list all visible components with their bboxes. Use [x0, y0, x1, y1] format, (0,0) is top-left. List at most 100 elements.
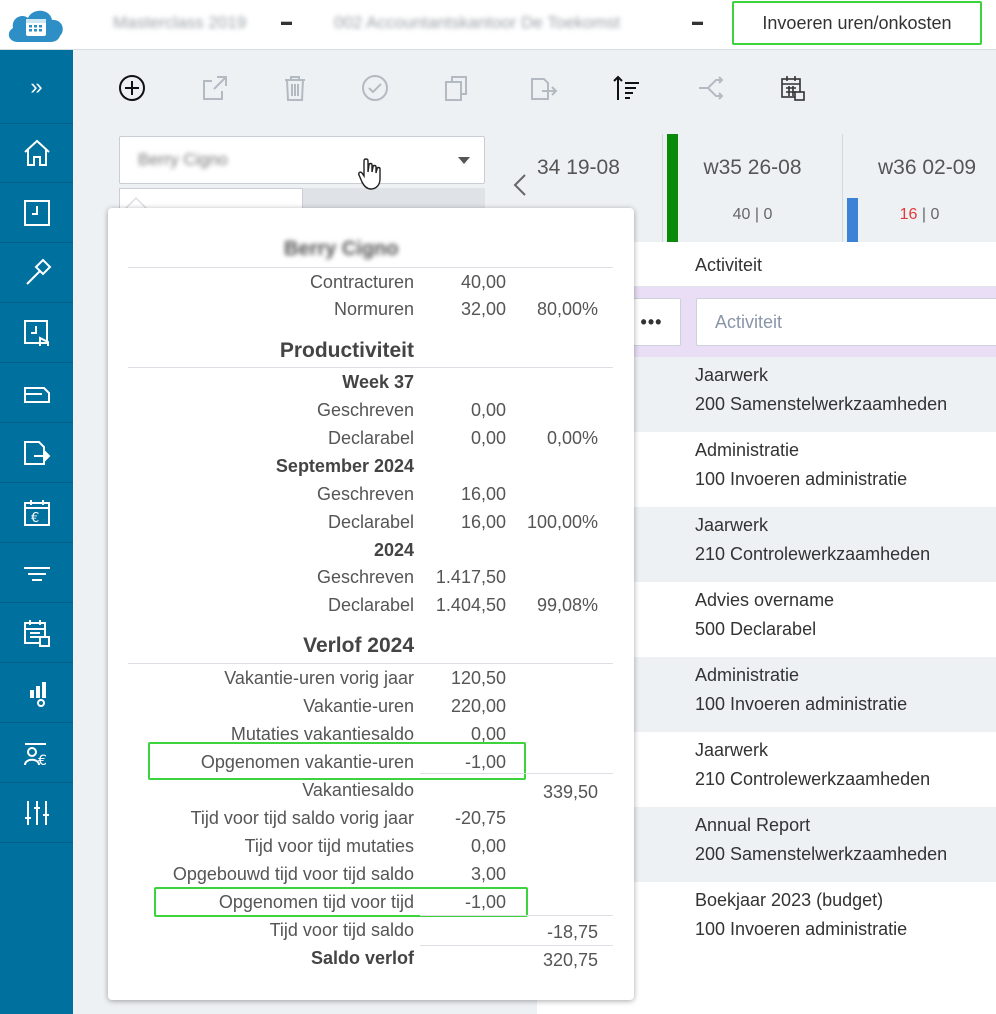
open-button[interactable] [195, 68, 235, 108]
approve-button[interactable] [355, 68, 395, 108]
value-total-leave: 320,75 [542, 950, 598, 970]
sidebar-item-settings[interactable] [0, 784, 73, 843]
planning-button[interactable] [773, 68, 813, 108]
copy-button[interactable] [437, 68, 477, 108]
chevron-down-icon[interactable]: ▬ [281, 16, 292, 28]
row-activity-group: Advies overname [695, 590, 835, 610]
divider [420, 773, 613, 774]
value-norm-hours: 32,00 [460, 299, 506, 319]
hand-cursor-icon [358, 158, 381, 190]
invoice-send-icon [23, 441, 50, 465]
employee-select[interactable]: Berry Cigno [119, 136, 485, 184]
label-week-written: Geschreven [316, 400, 414, 420]
svg-text:€: € [38, 753, 47, 768]
filter-icon [23, 567, 50, 581]
move-button[interactable] [523, 68, 563, 108]
column-header-activity[interactable]: Activiteit [695, 255, 762, 276]
row-activity-name: 200 Samenstelwerkzaamheden [695, 844, 948, 864]
sidebar-item-planning[interactable] [0, 604, 73, 663]
plus-circle-icon [119, 75, 145, 101]
label-vacation-hours: Vakantie-uren [303, 696, 414, 716]
label-vacation-taken: Opgenomen vakantie-uren [200, 752, 414, 772]
row-activity-group: Boekjaar 2023 (budget) [695, 890, 884, 910]
move-document-icon [531, 78, 558, 100]
check-circle-icon [362, 75, 388, 101]
trash-icon [285, 76, 305, 101]
copy-icon [445, 76, 467, 101]
sidebar-item-expenses[interactable]: € [0, 484, 73, 543]
section-leave: Verlof 2024 [303, 634, 414, 657]
row-activity-name: 200 Samenstelwerkzaamheden [695, 394, 948, 414]
sidebar-item-work[interactable] [0, 244, 73, 303]
row-activity-group: Jaarwerk [695, 740, 769, 760]
value-vacation-hours: 220,00 [450, 696, 506, 716]
row-activity-name: 100 Invoeren administratie [695, 469, 908, 489]
value-week-declarable: 0,00 [470, 428, 506, 448]
week-column[interactable]: w36 02-09 16 | 0 [843, 134, 996, 242]
clock-hand-icon [23, 320, 49, 346]
cloud-calendar-logo-icon[interactable] [4, 4, 68, 46]
week-progress-bar [667, 134, 678, 242]
week-hours: 16 | 0 [899, 206, 940, 223]
divider [420, 915, 613, 916]
calendar-grid-icon [23, 620, 50, 647]
label-week-declarable: Declarabel [327, 428, 414, 448]
hammer-icon [25, 258, 51, 285]
sidebar-item-filters[interactable] [0, 544, 73, 603]
breadcrumb-company[interactable]: 002 Accountantskantoor De Toekomst [334, 13, 620, 33]
sliders-icon [24, 801, 49, 825]
expand-sidebar-icon[interactable]: » [0, 50, 73, 124]
sidebar-item-reports[interactable] [0, 664, 73, 723]
split-button[interactable] [691, 68, 731, 108]
week-hours-second: 0 [930, 206, 940, 223]
section-productivity: Productiviteit [279, 339, 414, 362]
week-hours-second: 0 [763, 206, 773, 223]
previous-week-button[interactable] [508, 170, 532, 200]
sort-icon [613, 75, 639, 100]
week-label: w36 02-09 [878, 156, 977, 179]
chevron-left-icon [513, 174, 526, 196]
label-tvt-taken: Opgenomen tijd voor tijd [218, 892, 414, 912]
add-button[interactable] [112, 68, 152, 108]
shuffle-icon [699, 76, 724, 100]
sidebar-item-hours[interactable] [0, 184, 73, 243]
sidebar-item-staff-costs[interactable]: € [0, 724, 73, 783]
sidebar-item-home[interactable] [0, 124, 73, 183]
breadcrumb-administration[interactable]: Masterclass 2019 [113, 13, 246, 33]
value-tvt-built: 3,00 [470, 864, 506, 884]
label-vacation-previous: Vakantie-uren vorig jaar [224, 668, 414, 688]
chevron-down-icon[interactable]: ▬ [692, 16, 703, 28]
invoice-icon [23, 387, 50, 403]
delete-button[interactable] [275, 68, 315, 108]
divider [128, 267, 613, 268]
subsection-week: Week 37 [342, 372, 414, 392]
label-tvt-balance: Tijd voor tijd saldo [269, 920, 414, 940]
subsection-year: 2024 [373, 540, 414, 560]
row-activity-name: 210 Controlewerkzaamheden [695, 544, 931, 564]
label-tvt-mutations: Tijd voor tijd mutaties [244, 836, 414, 856]
value-tvt-balance: -18,75 [546, 922, 598, 942]
week-label: 34 19-08 [537, 156, 620, 179]
sidebar-item-invoices[interactable] [0, 364, 73, 423]
week-hours-written: 40 [732, 206, 751, 223]
calendar-euro-icon: € [23, 500, 50, 526]
divider [128, 663, 613, 664]
subsection-month: September 2024 [275, 456, 414, 476]
toolbar [73, 50, 996, 134]
sidebar-item-approve-hours[interactable] [0, 304, 73, 363]
week-column[interactable]: w35 26-08 40 | 0 [663, 134, 843, 242]
value-month-written: 16,00 [460, 484, 506, 504]
current-module-button[interactable]: Invoeren uren/onkosten [732, 1, 982, 45]
clock-icon [23, 200, 50, 226]
value-vacation-balance: 339,50 [542, 782, 598, 802]
row-activity-name: 100 Invoeren administratie [695, 919, 908, 939]
value-year-declarable: 1.404,50 [435, 595, 506, 615]
value-month-declarable-pct: 100,00% [526, 512, 598, 532]
label-tvt-previous: Tijd voor tijd saldo vorig jaar [190, 808, 414, 828]
row-activity-group: Jaarwerk [695, 515, 769, 535]
sort-button[interactable] [607, 68, 647, 108]
activity-filter-input[interactable] [696, 298, 996, 346]
value-tvt-mutations: 0,00 [470, 836, 506, 856]
sidebar-item-send-invoices[interactable] [0, 424, 73, 483]
divider [420, 945, 613, 946]
